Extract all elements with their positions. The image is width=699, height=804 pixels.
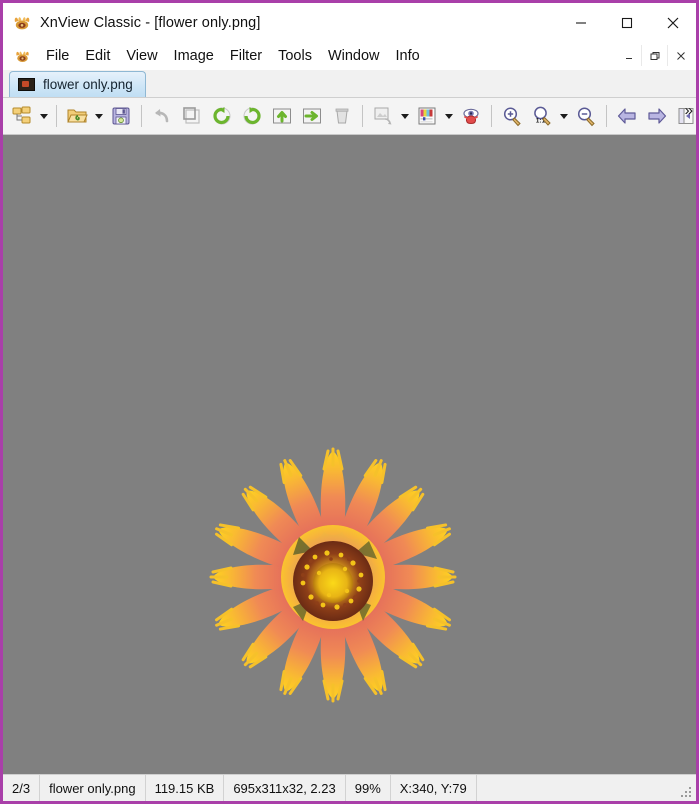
xnview-main-window: XnView Classic - [flower only.png] File … — [0, 0, 699, 804]
open-button[interactable] — [62, 101, 92, 131]
browser-dropdown-caret[interactable] — [37, 101, 51, 131]
xnview-butterfly-icon — [12, 13, 32, 33]
actual-size-button[interactable]: 1:1 — [527, 101, 557, 131]
image-canvas[interactable] — [3, 135, 696, 774]
menu-item-file[interactable]: File — [38, 45, 77, 67]
window-controls — [558, 3, 696, 42]
status-filename: flower only.png — [40, 775, 146, 801]
tab-strip: flower only.png — [3, 70, 696, 98]
adjust-colors-dropdown-caret[interactable] — [442, 101, 456, 131]
maximize-icon[interactable] — [604, 3, 650, 42]
status-index: 2/3 — [3, 775, 41, 801]
main-toolbar: 1:1 » — [3, 98, 696, 135]
export-right-button[interactable] — [297, 101, 327, 131]
save-button[interactable] — [106, 101, 136, 131]
toolbar-separator — [141, 105, 142, 127]
minimize-icon[interactable] — [558, 3, 604, 42]
menu-bar: File Edit View Image Filter Tools Window… — [3, 42, 696, 70]
status-cursor-position: X:340, Y:79 — [391, 775, 477, 801]
flower-image — [193, 443, 473, 711]
status-dimensions: 695x311x32, 2.23 — [224, 775, 346, 801]
status-filesize: 119.15 KB — [146, 775, 225, 801]
rotate-left-button[interactable] — [207, 101, 237, 131]
menu-item-tools[interactable]: Tools — [270, 45, 320, 67]
mdi-close-icon[interactable] — [667, 45, 693, 66]
red-eye-button[interactable] — [456, 101, 486, 131]
resize-grip-icon[interactable] — [680, 786, 693, 799]
zoom-in-button[interactable] — [497, 101, 527, 131]
resize-button[interactable] — [368, 101, 398, 131]
tab-label: flower only.png — [43, 77, 133, 92]
mdi-restore-icon[interactable] — [641, 45, 667, 66]
menu-item-image[interactable]: Image — [166, 45, 222, 67]
toolbar-separator — [56, 105, 57, 127]
adjust-colors-button[interactable] — [412, 101, 442, 131]
menu-item-edit[interactable]: Edit — [77, 45, 118, 67]
image-thumbnail-icon — [18, 78, 35, 91]
resize-dropdown-caret[interactable] — [398, 101, 412, 131]
zoom-out-button[interactable] — [571, 101, 601, 131]
menu-item-window[interactable]: Window — [320, 45, 388, 67]
rotate-right-button[interactable] — [237, 101, 267, 131]
close-icon[interactable] — [650, 3, 696, 42]
toolbar-separator — [491, 105, 492, 127]
toolbar-overflow-chevron[interactable]: » — [685, 102, 693, 119]
menu-item-info[interactable]: Info — [388, 45, 428, 67]
menu-item-filter[interactable]: Filter — [222, 45, 270, 67]
xnview-butterfly-icon — [14, 48, 31, 65]
toolbar-separator — [362, 105, 363, 127]
crop-button[interactable] — [177, 101, 207, 131]
window-title: XnView Classic - [flower only.png] — [40, 14, 261, 31]
undo-button[interactable] — [147, 101, 177, 131]
next-image-button[interactable] — [642, 101, 672, 131]
actual-size-dropdown-caret[interactable] — [557, 101, 571, 131]
previous-image-button[interactable] — [612, 101, 642, 131]
status-zoom: 99% — [346, 775, 391, 801]
tab-flower-only-png[interactable]: flower only.png — [9, 71, 146, 97]
export-up-button[interactable] — [267, 101, 297, 131]
status-bar: 2/3 flower only.png 119.15 KB 695x311x32… — [3, 774, 696, 801]
open-dropdown-caret[interactable] — [92, 101, 106, 131]
browser-button[interactable] — [7, 101, 37, 131]
status-spacer — [477, 775, 696, 801]
delete-button[interactable] — [327, 101, 357, 131]
menu-item-view[interactable]: View — [118, 45, 165, 67]
toolbar-separator — [606, 105, 607, 127]
mdi-window-controls — [616, 45, 693, 66]
mdi-minimize-icon[interactable] — [616, 45, 641, 66]
title-bar: XnView Classic - [flower only.png] — [3, 3, 696, 42]
